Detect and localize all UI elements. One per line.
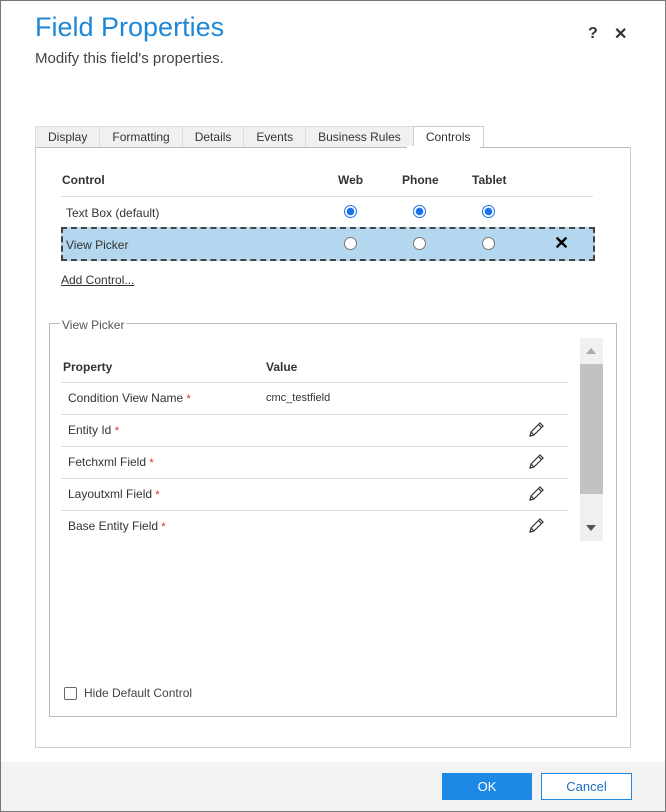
radio-phone[interactable] <box>413 205 426 218</box>
col-web: Web <box>338 173 364 187</box>
scrollbar-thumb[interactable] <box>580 364 603 494</box>
dialog-subtitle: Modify this field's properties. <box>35 50 224 67</box>
property-name: Fetchxml Field <box>68 455 147 469</box>
cancel-button[interactable]: Cancel <box>541 773 632 800</box>
property-value: cmc_testfield <box>266 392 331 404</box>
property-row: Base Entity Field * <box>68 519 166 533</box>
pencil-icon[interactable] <box>527 421 545 439</box>
col-phone: Phone <box>402 173 439 187</box>
radio-tablet[interactable] <box>482 237 495 250</box>
required-marker: * <box>149 457 154 469</box>
scroll-up-icon[interactable] <box>586 348 596 354</box>
tab-events[interactable]: Events <box>243 126 307 148</box>
pencil-icon[interactable] <box>527 517 545 535</box>
property-row: Condition View Name * <box>68 391 191 405</box>
required-marker: * <box>161 521 166 533</box>
col-tablet: Tablet <box>472 173 507 187</box>
fieldset-legend: View Picker <box>60 318 127 332</box>
property-name: Base Entity Field <box>68 519 159 533</box>
property-name: Layoutxml Field <box>68 487 153 501</box>
tab-controls[interactable]: Controls <box>412 126 484 148</box>
radio-web[interactable] <box>344 237 357 250</box>
divider <box>61 196 593 197</box>
hide-default-control-label: Hide Default Control <box>84 686 193 700</box>
property-name: Condition View Name <box>68 391 184 405</box>
add-control-link[interactable]: Add Control... <box>61 273 134 287</box>
control-row-selected[interactable] <box>61 227 595 261</box>
divider <box>61 382 568 383</box>
hide-default-control-checkbox[interactable] <box>64 687 77 700</box>
divider <box>61 446 568 447</box>
help-button[interactable]: ? <box>588 25 598 43</box>
pencil-icon[interactable] <box>527 485 545 503</box>
required-marker: * <box>186 393 191 405</box>
tab-business-rules[interactable]: Business Rules <box>305 126 414 148</box>
required-marker: * <box>114 425 119 437</box>
divider <box>61 478 568 479</box>
col-control: Control <box>62 173 105 187</box>
radio-web[interactable] <box>344 205 357 218</box>
radio-phone[interactable] <box>413 237 426 250</box>
dialog-title: Field Properties <box>35 12 225 42</box>
property-row: Entity Id * <box>68 423 119 437</box>
control-name: Text Box (default) <box>66 206 160 220</box>
remove-control-icon[interactable]: ✕ <box>554 233 569 254</box>
tab-display[interactable]: Display <box>35 126 101 148</box>
tab-details[interactable]: Details <box>181 126 245 148</box>
divider <box>61 414 568 415</box>
tab-bar: Display Formatting Details Events Busine… <box>35 126 484 148</box>
scroll-down-icon[interactable] <box>586 525 596 531</box>
property-row: Layoutxml Field * <box>68 487 160 501</box>
tab-formatting[interactable]: Formatting <box>99 126 183 148</box>
ok-button[interactable]: OK <box>442 773 532 800</box>
required-marker: * <box>155 489 160 501</box>
property-name: Entity Id <box>68 423 112 437</box>
active-tab-gap <box>407 146 480 148</box>
pencil-icon[interactable] <box>527 453 545 471</box>
control-name: View Picker <box>66 238 129 252</box>
col-property: Property <box>63 360 113 374</box>
radio-tablet[interactable] <box>482 205 495 218</box>
col-value: Value <box>266 360 298 374</box>
close-button[interactable]: ✕ <box>614 24 627 44</box>
property-row: Fetchxml Field * <box>68 455 154 469</box>
divider <box>61 510 568 511</box>
